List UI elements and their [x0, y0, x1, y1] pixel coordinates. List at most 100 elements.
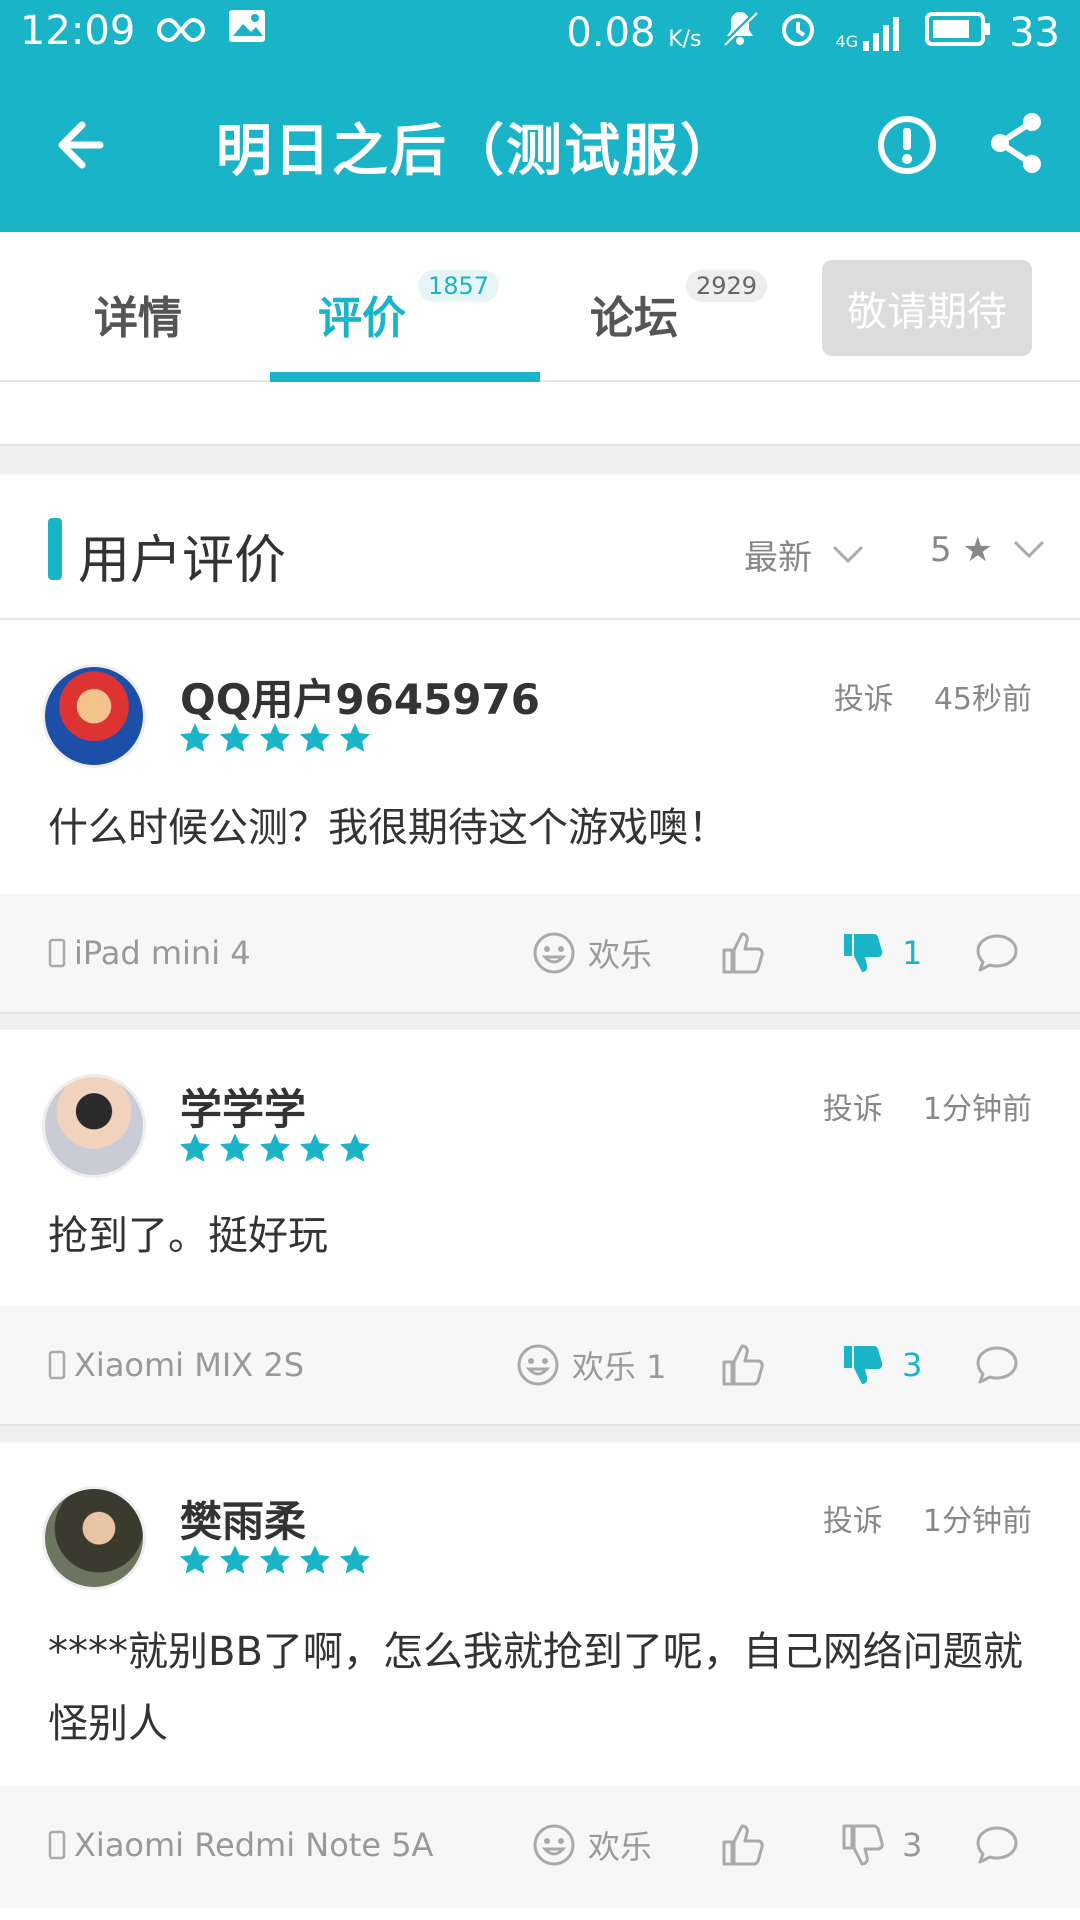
username[interactable]: 学学学 — [180, 1076, 306, 1137]
tab-badge: 2929 — [686, 270, 768, 302]
review-text: 什么时候公测？我很期待这个游戏噢！ — [48, 805, 728, 851]
smiley-icon — [533, 932, 575, 974]
avatar[interactable] — [42, 1074, 146, 1178]
star-icon — [259, 723, 291, 752]
smiley-icon — [533, 1824, 575, 1866]
exclamation-circle-icon[interactable] — [872, 110, 942, 180]
thumbs-up-icon[interactable] — [720, 930, 766, 980]
report-link[interactable]: 投诉 — [834, 674, 894, 718]
battery-level: 33 — [1009, 10, 1060, 56]
star-icon — [339, 1545, 371, 1574]
coming-soon-button[interactable]: 敬请期待 — [822, 260, 1032, 356]
section-accent-bar — [48, 518, 62, 580]
star-icon — [219, 1133, 251, 1162]
review-meta: 投诉 1分钟前 — [823, 1496, 1032, 1540]
infinity-icon — [157, 8, 206, 54]
share-icon[interactable] — [982, 108, 1052, 178]
tab-forum[interactable]: 论坛 2929 — [590, 270, 768, 346]
tab-reviews[interactable]: 评价 1857 — [318, 270, 500, 346]
username[interactable]: 樊雨柔 — [180, 1488, 306, 1549]
thumbs-down-icon — [842, 1824, 884, 1866]
tab-badge: 1857 — [418, 270, 500, 302]
blank-strip — [0, 382, 1080, 446]
dislike-button[interactable]: 3 — [840, 1822, 922, 1868]
fun-button[interactable]: 欢乐 1 — [516, 1342, 667, 1388]
dislike-button[interactable]: 3 — [840, 1342, 922, 1388]
section-title: 用户评价 — [78, 531, 287, 591]
alarm-icon — [778, 8, 818, 58]
avatar[interactable] — [42, 664, 146, 768]
star-icon — [179, 723, 211, 752]
review-card: 樊雨柔 投诉 1分钟前 ****就别BB了啊，怎么我就抢到了呢，自己网络问题就怪… — [0, 1442, 1080, 1920]
status-time: 12:09 — [20, 8, 136, 54]
chevron-down-icon — [832, 545, 864, 563]
star-filter-dropdown[interactable]: 5 ★ — [930, 530, 1045, 570]
rating-stars — [178, 1132, 372, 1164]
username[interactable]: QQ用户9645976 — [180, 666, 540, 727]
review-card: 学学学 投诉 1分钟前 抢到了。挺好玩 Xiaomi MIX 2S 欢乐 1 3 — [0, 1030, 1080, 1428]
star-icon — [219, 1545, 251, 1574]
timestamp: 1分钟前 — [922, 1504, 1032, 1539]
divider — [0, 1424, 1080, 1442]
phone-icon — [48, 1350, 66, 1380]
divider — [0, 1012, 1080, 1030]
signal-icon: 4G — [836, 15, 908, 51]
app-bar: 明日之后（测试服） — [0, 90, 1080, 210]
review-text: ****就别BB了啊，怎么我就抢到了呢，自己网络问题就怪别人 — [48, 1629, 1023, 1747]
thumbs-up-icon[interactable] — [720, 1822, 766, 1872]
device-label: Xiaomi Redmi Note 5A — [48, 1826, 433, 1864]
star-icon — [339, 1133, 371, 1162]
mute-icon — [720, 8, 760, 58]
rating-stars — [178, 1544, 372, 1576]
fun-button[interactable]: 欢乐 — [532, 1822, 652, 1868]
phone-icon — [48, 1830, 66, 1860]
avatar[interactable] — [42, 1486, 146, 1590]
phone-icon — [48, 938, 66, 968]
tab-bar: 详情 评价 1857 论坛 2929 敬请期待 — [0, 232, 1080, 382]
review-card: QQ用户9645976 投诉 45秒前 什么时候公测？我很期待这个游戏噢！ iP… — [0, 622, 1080, 1016]
review-footer: Xiaomi MIX 2S 欢乐 1 3 — [0, 1306, 1080, 1428]
arrow-left-icon[interactable] — [50, 110, 120, 180]
star-icon — [259, 1133, 291, 1162]
star-icon — [339, 723, 371, 752]
device-label: Xiaomi MIX 2S — [48, 1346, 304, 1384]
star-icon — [219, 723, 251, 752]
thumbs-down-icon — [844, 1346, 883, 1384]
review-text: 抢到了。挺好玩 — [48, 1213, 328, 1259]
star-icon — [259, 1545, 291, 1574]
star-icon — [179, 1545, 211, 1574]
tab-indicator — [270, 372, 540, 382]
review-footer: iPad mini 4 欢乐 1 — [0, 894, 1080, 1016]
sort-dropdown[interactable]: 最新 — [744, 530, 864, 579]
battery-icon — [925, 10, 991, 56]
star-icon — [299, 1545, 331, 1574]
thumbs-down-icon — [844, 934, 883, 972]
report-link[interactable]: 投诉 — [823, 1084, 883, 1128]
device-label: iPad mini 4 — [48, 934, 251, 972]
divider — [0, 446, 1080, 474]
star-icon — [299, 1133, 331, 1162]
page-title: 明日之后（测试服） — [216, 119, 738, 184]
report-link[interactable]: 投诉 — [823, 1496, 883, 1540]
dislike-button[interactable]: 1 — [840, 930, 922, 976]
star-icon — [299, 723, 331, 752]
rating-stars — [178, 722, 372, 754]
smiley-icon — [517, 1344, 559, 1386]
fun-button[interactable]: 欢乐 — [532, 930, 652, 976]
chevron-down-icon — [1013, 540, 1044, 559]
thumbs-up-icon[interactable] — [720, 1342, 766, 1392]
timestamp: 45秒前 — [933, 682, 1032, 717]
comment-icon[interactable] — [974, 1342, 1020, 1392]
review-footer: Xiaomi Redmi Note 5A 欢乐 3 — [0, 1786, 1080, 1908]
review-meta: 投诉 45秒前 — [834, 674, 1032, 718]
tab-details[interactable]: 详情 — [94, 282, 182, 346]
status-bar: 12:09 0.08 K/s 4G 33 — [0, 0, 1080, 66]
timestamp: 1分钟前 — [922, 1092, 1032, 1127]
star-icon — [179, 1133, 211, 1162]
comment-icon[interactable] — [974, 1822, 1020, 1872]
network-speed: 0.08 K/s — [566, 10, 702, 56]
comment-icon[interactable] — [974, 930, 1020, 980]
app-header: 12:09 0.08 K/s 4G 33 明日之后（测试服） — [0, 0, 1080, 232]
gallery-icon — [227, 8, 267, 54]
review-meta: 投诉 1分钟前 — [823, 1084, 1032, 1128]
